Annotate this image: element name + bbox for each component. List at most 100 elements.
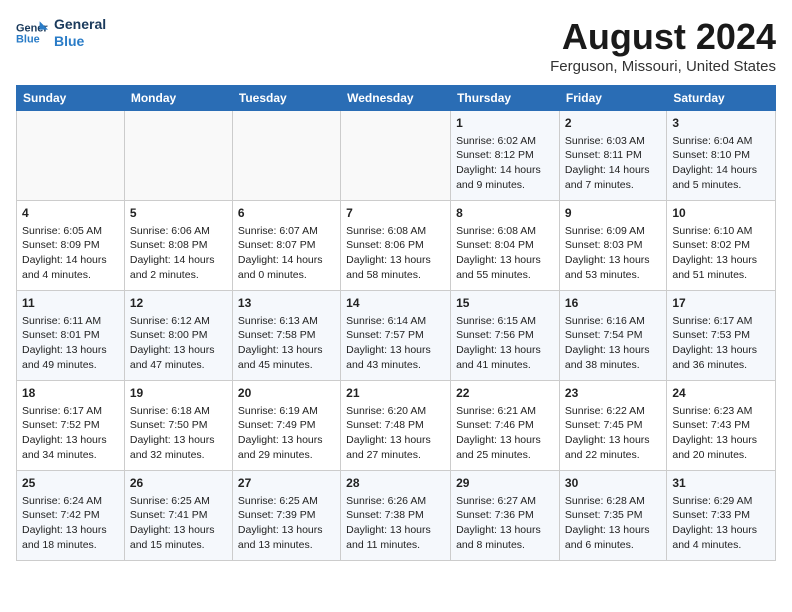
cell-content: Sunset: 7:46 PM xyxy=(456,418,554,433)
cell-content: and 47 minutes. xyxy=(130,358,227,373)
cell-content: and 45 minutes. xyxy=(238,358,335,373)
day-number: 10 xyxy=(672,205,770,222)
cell-content: Sunset: 8:12 PM xyxy=(456,148,554,163)
day-number: 26 xyxy=(130,475,227,492)
cell-content: and 9 minutes. xyxy=(456,178,554,193)
cell-content: Sunset: 8:09 PM xyxy=(22,238,119,253)
cell-content: and 6 minutes. xyxy=(565,538,661,553)
cell-content: Sunrise: 6:06 AM xyxy=(130,224,227,239)
cell-content: and 13 minutes. xyxy=(238,538,335,553)
cell-content: Sunrise: 6:29 AM xyxy=(672,494,770,509)
day-number: 12 xyxy=(130,295,227,312)
calendar-cell: 8Sunrise: 6:08 AMSunset: 8:04 PMDaylight… xyxy=(451,201,560,291)
month-title: August 2024 xyxy=(550,16,776,58)
calendar-cell: 5Sunrise: 6:06 AMSunset: 8:08 PMDaylight… xyxy=(124,201,232,291)
cell-content: and 34 minutes. xyxy=(22,448,119,463)
cell-content: Daylight: 13 hours xyxy=(22,343,119,358)
calendar-cell: 16Sunrise: 6:16 AMSunset: 7:54 PMDayligh… xyxy=(559,291,666,381)
cell-content: and 41 minutes. xyxy=(456,358,554,373)
cell-content: Sunset: 8:02 PM xyxy=(672,238,770,253)
calendar-cell: 13Sunrise: 6:13 AMSunset: 7:58 PMDayligh… xyxy=(232,291,340,381)
cell-content: and 29 minutes. xyxy=(238,448,335,463)
cell-content: Sunrise: 6:19 AM xyxy=(238,404,335,419)
cell-content: Sunset: 7:56 PM xyxy=(456,328,554,343)
cell-content: Sunrise: 6:23 AM xyxy=(672,404,770,419)
calendar-cell: 23Sunrise: 6:22 AMSunset: 7:45 PMDayligh… xyxy=(559,381,666,471)
cell-content: Daylight: 13 hours xyxy=(456,523,554,538)
calendar-cell: 30Sunrise: 6:28 AMSunset: 7:35 PMDayligh… xyxy=(559,471,666,561)
calendar-cell: 3Sunrise: 6:04 AMSunset: 8:10 PMDaylight… xyxy=(667,111,776,201)
col-header-saturday: Saturday xyxy=(667,86,776,111)
cell-content: and 43 minutes. xyxy=(346,358,445,373)
day-number: 8 xyxy=(456,205,554,222)
cell-content: Daylight: 14 hours xyxy=(456,163,554,178)
col-header-friday: Friday xyxy=(559,86,666,111)
col-header-sunday: Sunday xyxy=(17,86,125,111)
calendar-week-1: 1Sunrise: 6:02 AMSunset: 8:12 PMDaylight… xyxy=(17,111,776,201)
cell-content: Sunrise: 6:25 AM xyxy=(238,494,335,509)
cell-content: Daylight: 13 hours xyxy=(22,433,119,448)
cell-content: and 55 minutes. xyxy=(456,268,554,283)
title-block: August 2024 Ferguson, Missouri, United S… xyxy=(550,16,776,75)
cell-content: and 53 minutes. xyxy=(565,268,661,283)
day-number: 31 xyxy=(672,475,770,492)
calendar-cell: 11Sunrise: 6:11 AMSunset: 8:01 PMDayligh… xyxy=(17,291,125,381)
cell-content: Daylight: 13 hours xyxy=(346,433,445,448)
cell-content: Sunrise: 6:08 AM xyxy=(346,224,445,239)
day-number: 25 xyxy=(22,475,119,492)
calendar-cell: 17Sunrise: 6:17 AMSunset: 7:53 PMDayligh… xyxy=(667,291,776,381)
calendar-cell: 7Sunrise: 6:08 AMSunset: 8:06 PMDaylight… xyxy=(341,201,451,291)
cell-content: Daylight: 13 hours xyxy=(238,523,335,538)
cell-content: Sunset: 7:42 PM xyxy=(22,508,119,523)
logo-text-blue: Blue xyxy=(54,33,106,50)
cell-content: Daylight: 13 hours xyxy=(565,433,661,448)
cell-content: Sunset: 7:39 PM xyxy=(238,508,335,523)
cell-content: Sunset: 8:11 PM xyxy=(565,148,661,163)
cell-content: Sunrise: 6:03 AM xyxy=(565,134,661,149)
day-number: 1 xyxy=(456,115,554,132)
day-number: 20 xyxy=(238,385,335,402)
cell-content: Sunset: 8:08 PM xyxy=(130,238,227,253)
cell-content: Sunset: 7:50 PM xyxy=(130,418,227,433)
calendar-cell: 9Sunrise: 6:09 AMSunset: 8:03 PMDaylight… xyxy=(559,201,666,291)
cell-content: Daylight: 14 hours xyxy=(130,253,227,268)
day-number: 4 xyxy=(22,205,119,222)
calendar-cell: 21Sunrise: 6:20 AMSunset: 7:48 PMDayligh… xyxy=(341,381,451,471)
calendar-cell: 4Sunrise: 6:05 AMSunset: 8:09 PMDaylight… xyxy=(17,201,125,291)
calendar-cell: 31Sunrise: 6:29 AMSunset: 7:33 PMDayligh… xyxy=(667,471,776,561)
calendar-cell: 28Sunrise: 6:26 AMSunset: 7:38 PMDayligh… xyxy=(341,471,451,561)
cell-content: Daylight: 13 hours xyxy=(672,343,770,358)
col-header-monday: Monday xyxy=(124,86,232,111)
day-number: 22 xyxy=(456,385,554,402)
cell-content: Sunrise: 6:18 AM xyxy=(130,404,227,419)
calendar-cell: 15Sunrise: 6:15 AMSunset: 7:56 PMDayligh… xyxy=(451,291,560,381)
cell-content: and 0 minutes. xyxy=(238,268,335,283)
calendar-cell: 10Sunrise: 6:10 AMSunset: 8:02 PMDayligh… xyxy=(667,201,776,291)
calendar-cell: 14Sunrise: 6:14 AMSunset: 7:57 PMDayligh… xyxy=(341,291,451,381)
day-number: 6 xyxy=(238,205,335,222)
day-number: 2 xyxy=(565,115,661,132)
cell-content: Daylight: 13 hours xyxy=(346,253,445,268)
cell-content: Daylight: 13 hours xyxy=(672,433,770,448)
cell-content: Sunrise: 6:12 AM xyxy=(130,314,227,329)
cell-content: Sunrise: 6:17 AM xyxy=(22,404,119,419)
cell-content: Daylight: 13 hours xyxy=(130,433,227,448)
calendar-cell: 1Sunrise: 6:02 AMSunset: 8:12 PMDaylight… xyxy=(451,111,560,201)
cell-content: Sunset: 7:43 PM xyxy=(672,418,770,433)
calendar-cell xyxy=(341,111,451,201)
day-number: 29 xyxy=(456,475,554,492)
cell-content: Daylight: 13 hours xyxy=(456,253,554,268)
calendar-cell: 20Sunrise: 6:19 AMSunset: 7:49 PMDayligh… xyxy=(232,381,340,471)
cell-content: Sunrise: 6:16 AM xyxy=(565,314,661,329)
cell-content: Sunrise: 6:14 AM xyxy=(346,314,445,329)
cell-content: and 32 minutes. xyxy=(130,448,227,463)
calendar-cell xyxy=(232,111,340,201)
cell-content: Sunset: 8:06 PM xyxy=(346,238,445,253)
day-number: 19 xyxy=(130,385,227,402)
cell-content: Sunset: 7:35 PM xyxy=(565,508,661,523)
cell-content: Daylight: 14 hours xyxy=(238,253,335,268)
cell-content: Sunset: 7:52 PM xyxy=(22,418,119,433)
cell-content: and 27 minutes. xyxy=(346,448,445,463)
cell-content: Sunrise: 6:15 AM xyxy=(456,314,554,329)
cell-content: Sunset: 7:53 PM xyxy=(672,328,770,343)
